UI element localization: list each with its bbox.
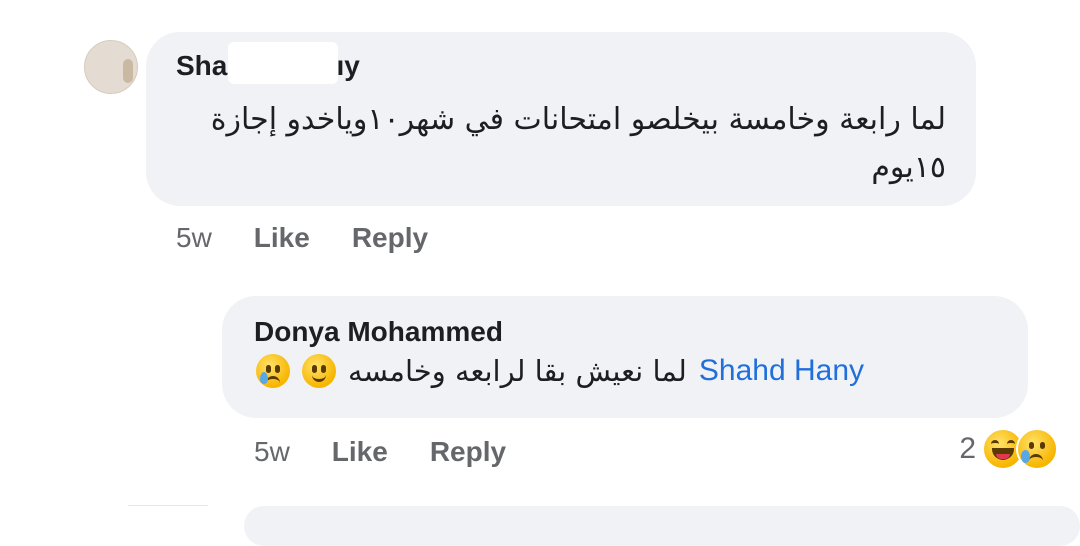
reply-author[interactable]: Donya Mohammed xyxy=(254,316,503,348)
slightly-smiling-face-icon xyxy=(302,354,336,388)
reply-button[interactable]: Reply xyxy=(430,436,506,468)
reply-timestamp[interactable]: 5w xyxy=(254,436,290,468)
redaction-mark xyxy=(228,42,338,84)
comment-bubble: Shan ıy لما رابعة وخامسة بيخلصو امتحانات … xyxy=(146,32,976,206)
reply-button[interactable]: Reply xyxy=(352,222,428,254)
like-button[interactable]: Like xyxy=(254,222,310,254)
reaction-count: 2 xyxy=(959,432,976,465)
reply-bubble: Donya Mohammed Shahd Hany لما نعيش بقا ل… xyxy=(222,296,1028,418)
divider xyxy=(128,505,208,526)
like-button[interactable]: Like xyxy=(332,436,388,468)
avatar[interactable] xyxy=(84,40,138,94)
comment-text: لما رابعة وخامسة بيخلصو امتحانات في شهر١… xyxy=(210,102,946,185)
mention-link[interactable]: Shahd Hany xyxy=(699,354,864,388)
crying-face-icon xyxy=(256,354,290,388)
reply-text: لما نعيش بقا لرابعه وخامسه xyxy=(348,354,687,388)
next-comment-bubble xyxy=(244,506,1080,546)
sad-reaction-icon xyxy=(1016,428,1058,470)
reaction-summary[interactable]: 2 xyxy=(959,428,1058,470)
reply-actions: 5w Like Reply xyxy=(254,436,548,468)
reply-content: Shahd Hany لما نعيش بقا لرابعه وخامسه xyxy=(256,354,998,388)
comment-actions: 5w Like Reply xyxy=(176,222,470,254)
comment-timestamp[interactable]: 5w xyxy=(176,222,212,254)
